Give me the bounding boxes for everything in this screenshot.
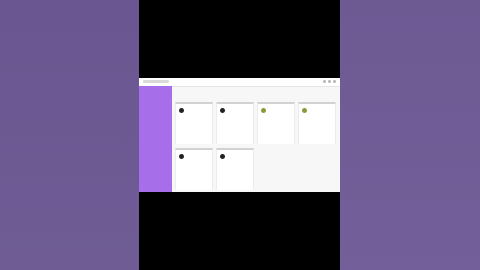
profile-icon[interactable] [328,80,331,83]
profile-card[interactable] [298,102,336,144]
profile-card[interactable] [175,102,213,144]
avatar [220,154,225,159]
toolbar-icons [323,80,336,83]
profile-card[interactable] [216,102,254,144]
extension-icon[interactable] [323,80,326,83]
partial-card [216,90,253,98]
top-action-row [175,90,338,98]
partial-card [175,90,212,98]
card-grid [175,86,338,192]
avatar [220,108,225,113]
avatar [261,108,266,113]
left-blur-background [0,0,139,270]
right-blur-background [340,0,480,270]
avatar [179,154,184,159]
partial-card [257,90,294,98]
avatar [302,108,307,113]
profile-card[interactable] [257,102,295,144]
profile-card[interactable] [216,148,254,190]
profile-card[interactable] [175,148,213,190]
address-bar[interactable] [143,80,169,83]
partial-card [298,90,335,98]
app-screen [139,78,340,192]
sidebar-panel [139,86,172,192]
menu-icon[interactable] [333,80,336,83]
avatar [179,108,184,113]
